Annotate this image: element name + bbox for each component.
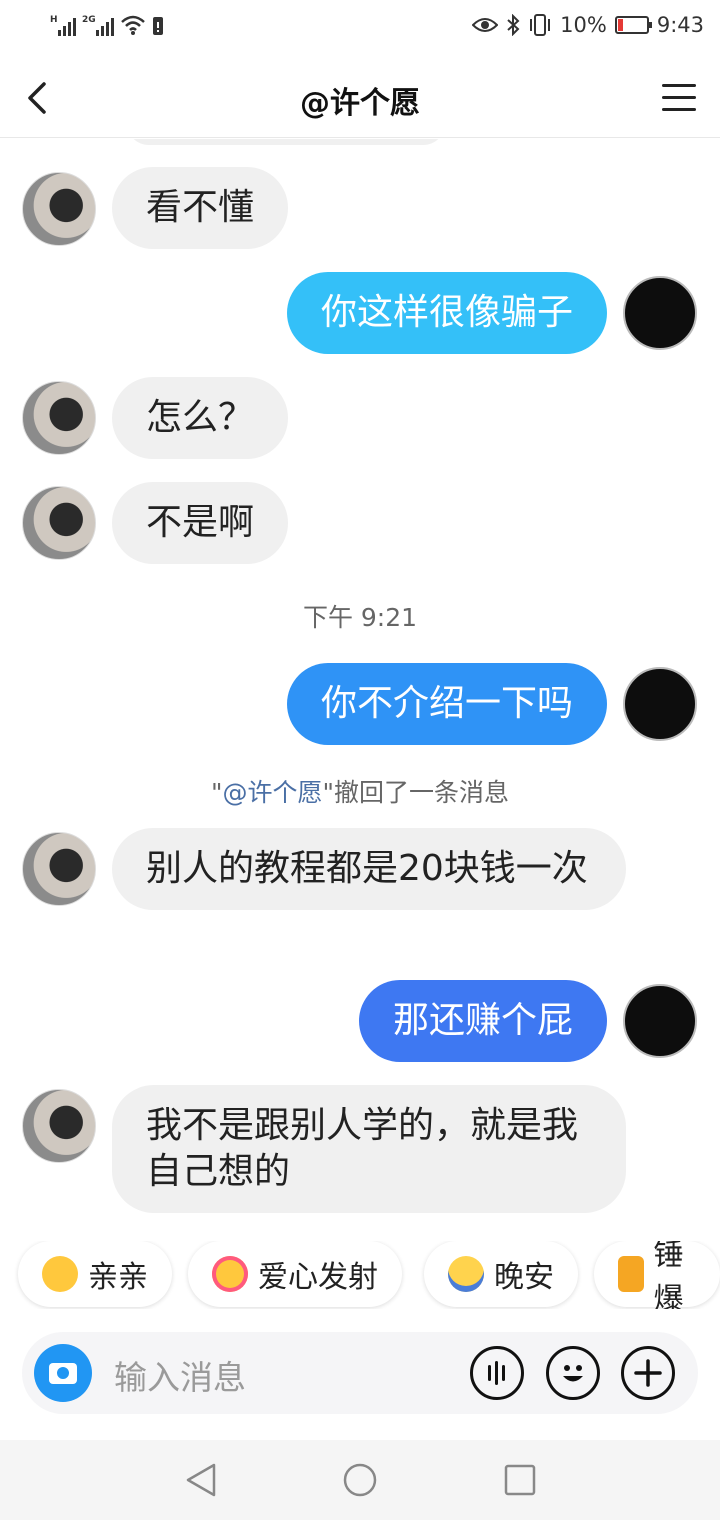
recall-notice: "@许个愿"撤回了一条消息 <box>0 773 720 809</box>
recall-text: 撤回了一条消息 <box>334 778 510 807</box>
status-bar: H 2G 10% 9:43 <box>0 0 720 58</box>
quick-reactions: 亲亲 爱心发射 晚安 锤爆 <box>0 1241 720 1309</box>
message-bubble[interactable]: 你不介绍一下吗 <box>286 663 607 745</box>
camera-icon[interactable] <box>34 1344 92 1402</box>
timestamp: 下午 9:21 <box>302 603 418 632</box>
system-nav-bar <box>0 1440 720 1520</box>
message-bubble[interactable]: 看不懂 <box>112 167 289 249</box>
avatar[interactable] <box>623 276 697 350</box>
eye-icon <box>472 18 499 32</box>
message-bubble[interactable]: 别人的教程都是20块钱一次 <box>112 828 626 910</box>
recall-quote-open: " <box>210 778 223 807</box>
message-bubble-partial <box>126 139 446 145</box>
avatar[interactable] <box>22 172 96 246</box>
chat-header: @许个愿 <box>0 58 720 138</box>
heart-eyes-emoji-icon <box>212 1256 248 1292</box>
recall-quote-close: " <box>322 778 335 807</box>
signal-icon: H <box>50 15 76 36</box>
message-bubble[interactable]: 你这样很像骗子 <box>286 272 607 354</box>
status-left: H 2G <box>50 14 164 36</box>
voice-icon[interactable] <box>470 1346 524 1400</box>
message-input[interactable]: 输入消息 <box>114 1351 246 1399</box>
recall-user-name[interactable]: @许个愿 <box>222 778 322 807</box>
status-right: 10% 9:43 <box>472 13 704 37</box>
battery-percent: 10% <box>560 13 607 37</box>
message-input-bar: 输入消息 <box>22 1332 698 1414</box>
chat-area[interactable]: 看不懂 你这样很像骗子 怎么？ 不是啊 下午 9:21 你不介绍一下吗 "@许个… <box>0 139 720 1239</box>
reaction-chip-kiss[interactable]: 亲亲 <box>18 1241 172 1307</box>
reaction-chip-heart[interactable]: 爱心发射 <box>188 1241 402 1307</box>
menu-icon[interactable] <box>662 84 696 112</box>
message-bubble[interactable]: 那还赚个屁 <box>358 980 607 1062</box>
plus-icon[interactable] <box>621 1346 675 1400</box>
wifi-icon <box>121 15 145 35</box>
nav-back-icon[interactable] <box>184 1462 218 1498</box>
bluetooth-icon <box>507 14 520 36</box>
avatar[interactable] <box>22 486 96 560</box>
avatar[interactable] <box>623 667 697 741</box>
signal-icon-2: 2G <box>82 15 114 36</box>
reaction-label: 锤爆 <box>653 1241 684 1309</box>
message-bubble[interactable]: 我不是跟别人学的，就是我自己想的 <box>112 1085 626 1213</box>
avatar[interactable] <box>22 381 96 455</box>
reaction-chip-goodnight[interactable]: 晚安 <box>424 1241 578 1307</box>
message-bubble[interactable]: 怎么？ <box>112 377 289 459</box>
page-title: @许个愿 <box>300 86 420 121</box>
kiss-emoji-icon <box>42 1256 78 1292</box>
hammer-emoji-icon <box>618 1256 644 1292</box>
message-bubble[interactable]: 不是啊 <box>112 482 289 564</box>
reaction-label: 亲亲 <box>88 1260 148 1295</box>
clock: 9:43 <box>656 13 704 37</box>
nav-home-icon[interactable] <box>342 1462 378 1498</box>
nav-recents-icon[interactable] <box>504 1464 536 1496</box>
reaction-label: 爱心发射 <box>258 1260 378 1295</box>
avatar[interactable] <box>22 1089 96 1163</box>
sim-card-icon <box>153 17 163 35</box>
sleeping-emoji-icon <box>448 1256 484 1292</box>
avatar[interactable] <box>623 984 697 1058</box>
avatar[interactable] <box>22 832 96 906</box>
sim1-label: H <box>50 15 58 25</box>
reaction-label: 晚安 <box>494 1260 554 1295</box>
sim2-label: 2G <box>82 15 96 25</box>
vibrate-icon <box>530 14 551 36</box>
reaction-chip-hammer[interactable]: 锤爆 <box>594 1241 720 1309</box>
battery-icon <box>614 16 652 34</box>
emoji-icon[interactable] <box>546 1346 600 1400</box>
